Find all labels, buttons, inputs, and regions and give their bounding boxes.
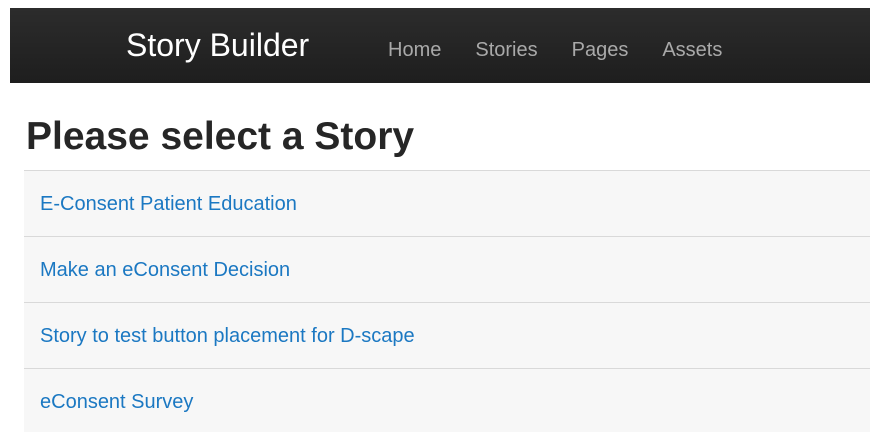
nav-item-home[interactable]: Home <box>388 38 441 62</box>
page-title: Please select a Story <box>26 115 415 158</box>
top-navbar: Story Builder Home Stories Pages Assets <box>10 8 870 83</box>
nav-item-stories[interactable]: Stories <box>475 38 537 62</box>
story-link[interactable]: eConsent Survey <box>40 390 193 414</box>
nav-item-assets[interactable]: Assets <box>662 38 722 62</box>
story-link[interactable]: E-Consent Patient Education <box>40 192 297 216</box>
story-link[interactable]: Make an eConsent Decision <box>40 258 290 282</box>
story-list: E-Consent Patient Education Make an eCon… <box>24 170 870 432</box>
page: Story Builder Home Stories Pages Assets … <box>0 0 870 432</box>
brand-link[interactable]: Story Builder <box>126 27 309 63</box>
story-list-item: Story to test button placement for D-sca… <box>24 302 870 368</box>
story-list-item: E-Consent Patient Education <box>24 170 870 236</box>
story-list-item: eConsent Survey <box>24 368 870 432</box>
nav-links: Home Stories Pages Assets <box>388 38 756 62</box>
story-link[interactable]: Story to test button placement for D-sca… <box>40 324 415 348</box>
nav-item-pages[interactable]: Pages <box>572 38 629 62</box>
story-list-item: Make an eConsent Decision <box>24 236 870 302</box>
